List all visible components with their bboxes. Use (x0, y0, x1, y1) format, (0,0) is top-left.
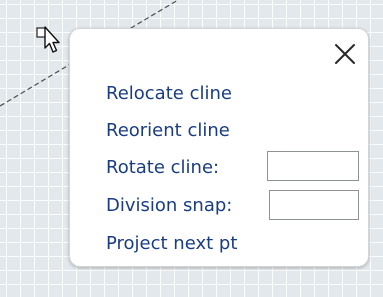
division-snap-label: Division snap: (106, 195, 233, 216)
reorient-cline-option[interactable]: Reorient cline (106, 118, 230, 144)
project-next-point-option[interactable]: Project next pt (106, 231, 237, 257)
relocate-cline-option[interactable]: Relocate cline (106, 81, 232, 107)
rotate-angle-input[interactable] (267, 151, 359, 181)
rotate-cline-label: Rotate cline: (106, 157, 220, 178)
cline-options-popup: Relocate cline Reorient cline Rotate cli… (69, 28, 369, 267)
arrow-pointer-icon (36, 26, 60, 53)
close-icon[interactable] (332, 41, 358, 67)
division-snap-input[interactable] (269, 190, 359, 220)
